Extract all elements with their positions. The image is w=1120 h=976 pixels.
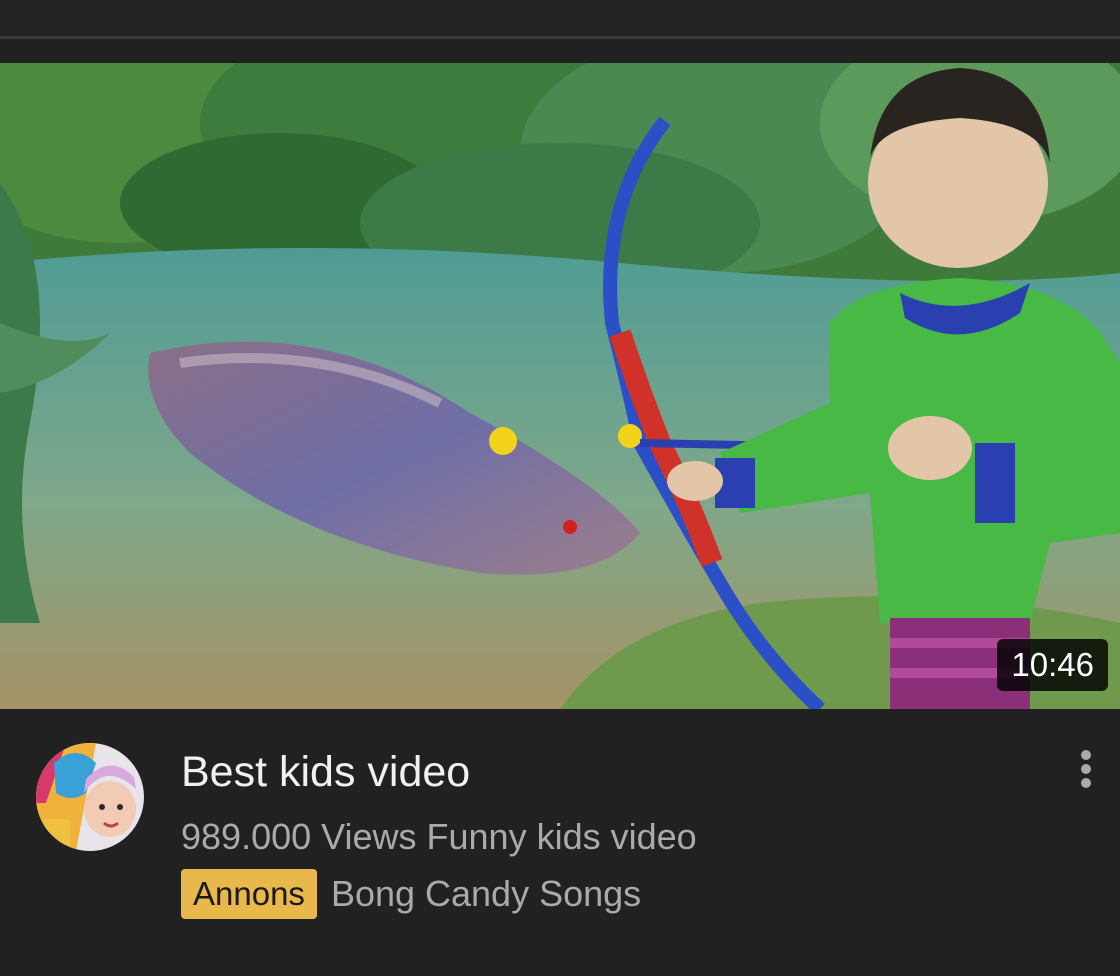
video-meta: 989.000 Views Funny kids video bbox=[181, 816, 697, 857]
video-title[interactable]: Best kids video bbox=[181, 748, 470, 796]
more-vert-icon bbox=[1081, 750, 1091, 788]
more-options-button[interactable] bbox=[1068, 747, 1104, 791]
thumbnail-image bbox=[0, 63, 1120, 709]
top-bar bbox=[0, 0, 1120, 36]
ad-badge: Annons bbox=[181, 869, 317, 919]
duration-badge: 10:46 bbox=[997, 639, 1108, 691]
channel-avatar[interactable] bbox=[36, 743, 144, 851]
avatar-image bbox=[36, 743, 144, 851]
video-info: Best kids video 989.000 Views Funny kids… bbox=[0, 709, 1120, 976]
advertiser-name: Bong Candy Songs bbox=[330, 873, 642, 915]
ad-row: Annons Bong Candy Songs bbox=[181, 869, 641, 919]
video-thumbnail[interactable]: 10:46 bbox=[0, 63, 1120, 709]
spacer bbox=[0, 39, 1120, 63]
